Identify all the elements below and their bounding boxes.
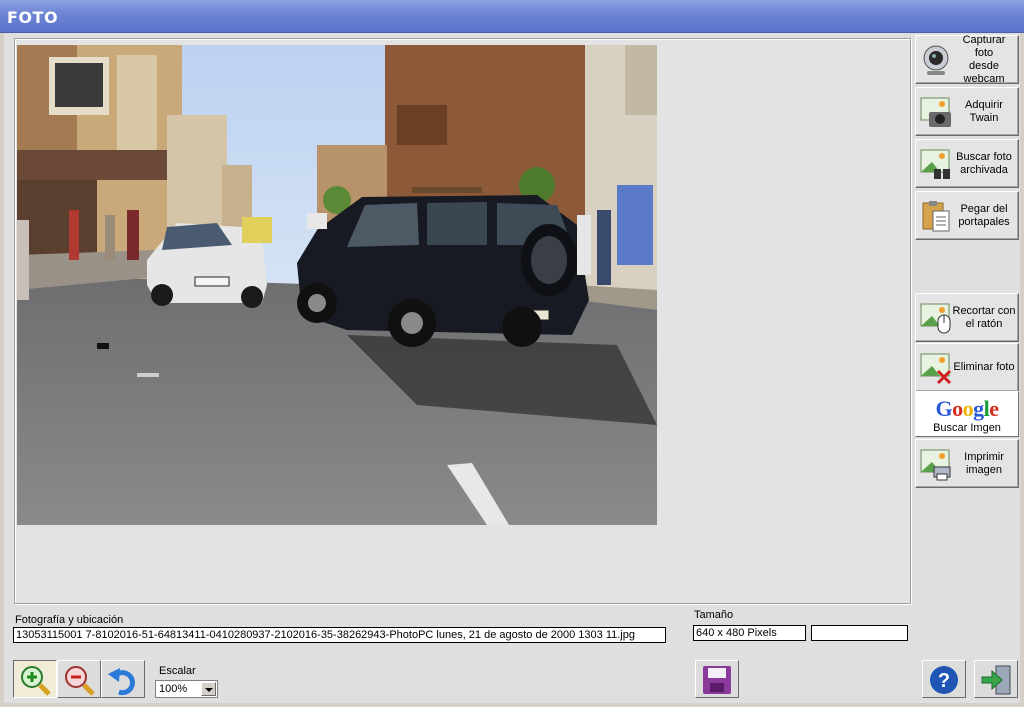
- webcam-capture-label: Capturar foto desde webcam: [962, 33, 1006, 85]
- client-area: Capturar foto desde webcam Adquirir Twai…: [4, 33, 1020, 703]
- acquire-twain-button[interactable]: Adquirir Twain: [915, 87, 1019, 136]
- crop-mouse-label: Recortar con el ratón: [952, 304, 1016, 330]
- scale-select[interactable]: 100%: [155, 680, 218, 698]
- window-title: FOTO: [7, 8, 59, 27]
- search-archived-button[interactable]: Buscar foto archivada: [915, 139, 1019, 188]
- undo-button[interactable]: [101, 660, 145, 698]
- undo-icon: [108, 668, 135, 696]
- zoom-in-button[interactable]: [13, 660, 57, 698]
- clipboard-icon: [922, 201, 950, 232]
- acquire-twain-label: Adquirir Twain: [965, 98, 1003, 124]
- google-image-search-button[interactable]: Google Buscar Imgen: [915, 391, 1019, 437]
- delete-photo-label: Eliminar foto: [953, 361, 1015, 373]
- file-location-field[interactable]: 13053115001 7-8102016-51-64813411-041028…: [13, 627, 666, 643]
- photo-image[interactable]: [17, 45, 657, 525]
- zoom-in-icon: [21, 666, 51, 696]
- print-image-label: Imprimir imagen: [964, 450, 1004, 476]
- save-icon: [703, 666, 731, 694]
- google-search-label: Buscar Imgen: [933, 422, 1001, 434]
- exit-button[interactable]: [974, 660, 1018, 698]
- save-button[interactable]: [695, 660, 739, 698]
- svg-text:?: ?: [938, 670, 950, 692]
- printer-icon: [920, 449, 951, 481]
- title-bar: FOTO: [0, 0, 1024, 33]
- file-location-label: Fotografía y ubicación: [15, 614, 124, 626]
- webcam-icon: [923, 45, 949, 75]
- webcam-capture-button[interactable]: Capturar foto desde webcam: [915, 33, 1019, 85]
- mouse-crop-icon: [920, 303, 951, 334]
- crop-mouse-button[interactable]: Recortar con el ratón: [915, 293, 1019, 342]
- print-image-button[interactable]: Imprimir imagen: [915, 439, 1019, 488]
- scale-label: Escalar: [159, 665, 196, 677]
- google-logo: Google: [935, 396, 999, 421]
- zoom-out-icon: [65, 666, 95, 696]
- binoculars-icon: [920, 149, 950, 179]
- zoom-out-button[interactable]: [57, 660, 101, 698]
- help-button[interactable]: ?: [922, 660, 966, 698]
- paste-clipboard-button[interactable]: Pegar del portapales: [915, 191, 1019, 240]
- size-field[interactable]: 640 x 480 Pixels: [693, 625, 806, 641]
- paste-clipboard-label: Pegar del portapales: [958, 202, 1010, 228]
- foto-window: FOTO Capturar foto desde webcam Adquirir…: [0, 0, 1024, 707]
- delete-photo-button[interactable]: Eliminar foto: [915, 343, 1019, 392]
- delete-photo-icon: [920, 353, 952, 385]
- camera-icon: [920, 97, 951, 127]
- search-archived-label: Buscar foto archivada: [956, 150, 1012, 176]
- chevron-down-icon[interactable]: [201, 682, 216, 696]
- help-icon: ?: [930, 666, 958, 694]
- photo-frame: [14, 38, 911, 604]
- size-label: Tamaño: [694, 609, 734, 621]
- extra-field[interactable]: [811, 625, 908, 641]
- scale-value: 100%: [159, 683, 188, 695]
- exit-door-icon: [981, 665, 1011, 695]
